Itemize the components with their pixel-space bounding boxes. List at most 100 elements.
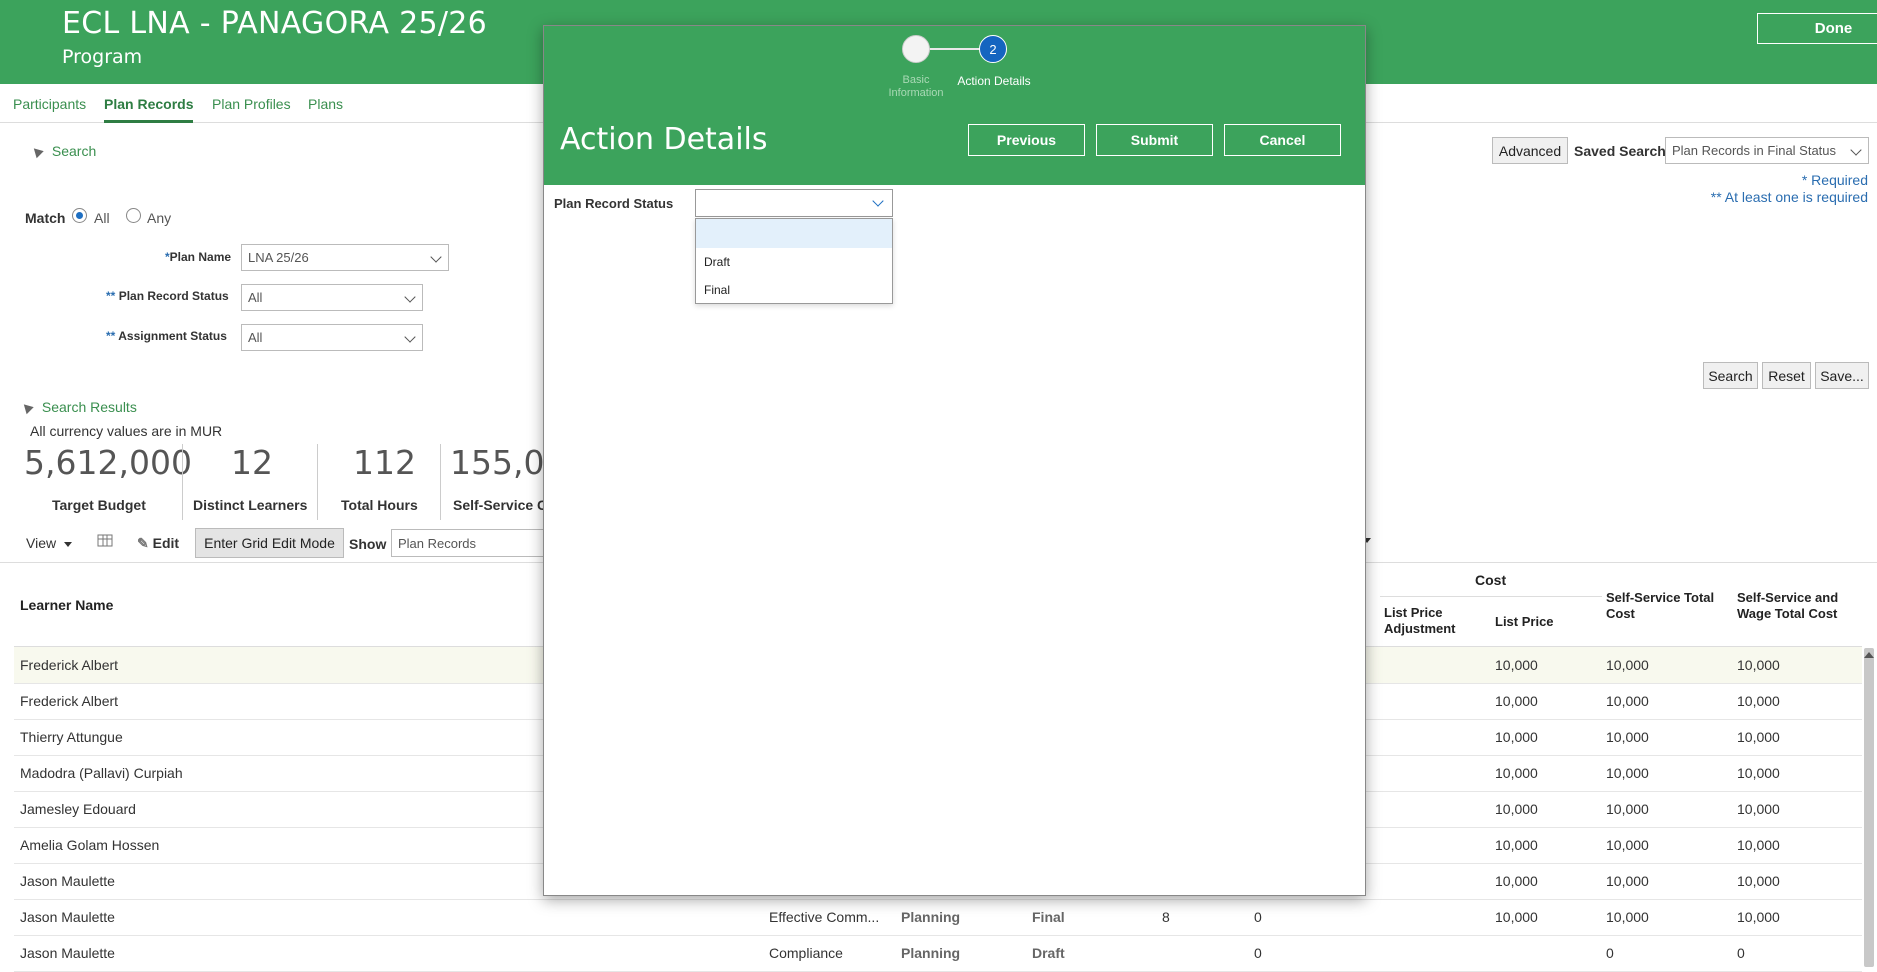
dropdown-option-blank[interactable] <box>696 219 892 248</box>
match-label: Match <box>25 210 66 226</box>
metric-value: 5,612,000 <box>24 443 192 482</box>
cancel-button[interactable]: Cancel <box>1224 124 1341 156</box>
at-least-one-marker: ** <box>106 289 116 303</box>
train-stop-action-details[interactable]: 2 <box>979 35 1007 63</box>
show-select[interactable]: Plan Records <box>391 529 551 557</box>
train-stop-label: Action Details <box>957 74 1031 88</box>
assignment-status-select[interactable]: All <box>241 324 423 351</box>
ss-wage-total-cell: 10,000 <box>1737 765 1780 781</box>
pencil-icon: ✎ <box>137 535 149 551</box>
edit-label: Edit <box>152 535 180 551</box>
train-stop-basic-information[interactable] <box>902 35 930 63</box>
list-price-cell: 10,000 <box>1495 801 1538 817</box>
plan-name-select[interactable]: LNA 25/26 <box>241 244 449 271</box>
dropdown-option-draft[interactable]: Draft <box>696 247 892 276</box>
saved-search-select[interactable]: Plan Records in Final Status <box>1665 137 1869 164</box>
list-price-cell: 10,000 <box>1495 729 1538 745</box>
chevron-down-icon <box>404 331 416 343</box>
dropdown-list: Draft Final <box>695 218 893 304</box>
plan-record-status-label: ** Plan Record Status <box>106 289 229 303</box>
ss-wage-total-cell: 10,000 <box>1737 873 1780 889</box>
tab-participants[interactable]: Participants <box>13 96 86 120</box>
page-title: ECL LNA - PANAGORA 25/26 <box>62 6 488 41</box>
metric-divider <box>317 444 318 520</box>
tab-plan-profiles[interactable]: Plan Profiles <box>212 96 291 120</box>
submit-button[interactable]: Submit <box>1096 124 1213 156</box>
learner-name-cell: Frederick Albert <box>20 657 119 673</box>
reset-button[interactable]: Reset <box>1762 362 1811 389</box>
advanced-button[interactable]: Advanced <box>1492 137 1568 164</box>
plan-name-label: *Plan Name <box>165 250 231 264</box>
table-scrollbar[interactable] <box>1864 648 1874 967</box>
plan-record-status-select[interactable]: All <box>241 284 423 311</box>
hours-cell: 8 <box>1162 909 1170 925</box>
col-header-list-price[interactable]: List Price <box>1495 614 1554 629</box>
at-least-one-note: ** At least one is required <box>1600 189 1868 205</box>
collapse-triangle-icon <box>20 400 34 415</box>
save-button[interactable]: Save... <box>1815 362 1869 389</box>
col-header-ss-total-cost[interactable]: Self-Service Total Cost <box>1606 590 1728 622</box>
caret-down-icon <box>63 541 72 547</box>
tab-plans[interactable]: Plans <box>308 96 343 120</box>
table-row[interactable]: Jason Maulette Effective Comm... Plannin… <box>14 899 1862 936</box>
radio-dot-icon <box>76 212 83 219</box>
list-price-cell: 10,000 <box>1495 837 1538 853</box>
plan-name-label-text: Plan Name <box>169 250 232 264</box>
done-button[interactable]: Done <box>1757 13 1877 44</box>
freeze-columns-icon[interactable] <box>97 533 113 549</box>
ss-wage-total-cell: 10,000 <box>1737 657 1780 673</box>
ss-total-cell: 10,000 <box>1606 693 1649 709</box>
match-any-radio[interactable] <box>126 208 141 223</box>
tab-plan-records[interactable]: Plan Records <box>104 96 194 123</box>
ss-wage-total-cell: 0 <box>1737 945 1745 961</box>
dropdown-option-final[interactable]: Final <box>696 275 892 304</box>
metric-label: Self-Service C <box>453 497 548 513</box>
saved-search-label: Saved Search <box>1574 143 1666 159</box>
course-cell: Compliance <box>769 945 843 961</box>
currency-note: All currency values are in MUR <box>30 423 223 439</box>
list-price-cell: 10,000 <box>1495 909 1538 925</box>
assignment-status-label-text: Assignment Status <box>118 329 227 343</box>
ss-total-cell: 10,000 <box>1606 657 1649 673</box>
required-note: * Required <box>1758 172 1868 188</box>
metric-value: 12 <box>231 443 273 482</box>
phase-cell: Planning <box>901 909 961 925</box>
list-price-cell: 10,000 <box>1495 765 1538 781</box>
plan-name-value: LNA 25/26 <box>248 250 309 265</box>
search-section-header[interactable]: Search <box>30 143 96 159</box>
previous-button[interactable]: Previous <box>968 124 1085 156</box>
page-subtitle: Program <box>62 46 143 68</box>
cost-group-divider <box>1380 596 1602 597</box>
assignment-status-value: All <box>248 330 263 345</box>
plan-record-status-dropdown[interactable] <box>695 189 893 217</box>
at-least-one-text: At least one is required <box>1724 189 1868 205</box>
search-results-header[interactable]: Search Results <box>20 399 137 415</box>
course-cell: Effective Comm... <box>769 909 880 925</box>
search-button[interactable]: Search <box>1703 362 1758 389</box>
col-header-ss-wage-total-cost[interactable]: Self-Service and Wage Total Cost <box>1737 590 1855 622</box>
metric-divider <box>182 444 183 520</box>
view-menu[interactable]: View <box>26 535 72 551</box>
at-least-one-marker: ** <box>1710 189 1722 205</box>
col-header-learner-name[interactable]: Learner Name <box>20 597 113 613</box>
chevron-down-icon <box>1850 144 1862 156</box>
ss-total-cell: 0 <box>1606 945 1614 961</box>
scroll-up-arrow-icon[interactable] <box>1864 652 1874 658</box>
required-marker: * <box>1801 172 1808 188</box>
number-cell: 0 <box>1254 945 1262 961</box>
table-row[interactable]: Jason Maulette Compliance Planning Draft… <box>14 935 1862 972</box>
show-value: Plan Records <box>398 535 477 551</box>
learner-name-cell: Jason Maulette <box>20 945 115 961</box>
status-cell: Draft <box>1032 945 1065 961</box>
grid-edit-mode-button[interactable]: Enter Grid Edit Mode <box>195 528 344 558</box>
edit-button[interactable]: ✎ Edit <box>137 535 179 552</box>
list-price-cell: 10,000 <box>1495 873 1538 889</box>
metric-label: Target Budget <box>52 497 146 513</box>
col-header-list-price-adjustment[interactable]: List Price Adjustment <box>1384 605 1484 637</box>
ss-total-cell: 10,000 <box>1606 729 1649 745</box>
metric-label: Distinct Learners <box>193 497 308 513</box>
at-least-one-marker: ** <box>106 329 116 343</box>
action-details-dialog: 2 Basic Information Action Details Actio… <box>543 25 1366 896</box>
match-all-radio[interactable] <box>72 208 87 223</box>
learner-name-cell: Thierry Attungue <box>20 729 123 745</box>
